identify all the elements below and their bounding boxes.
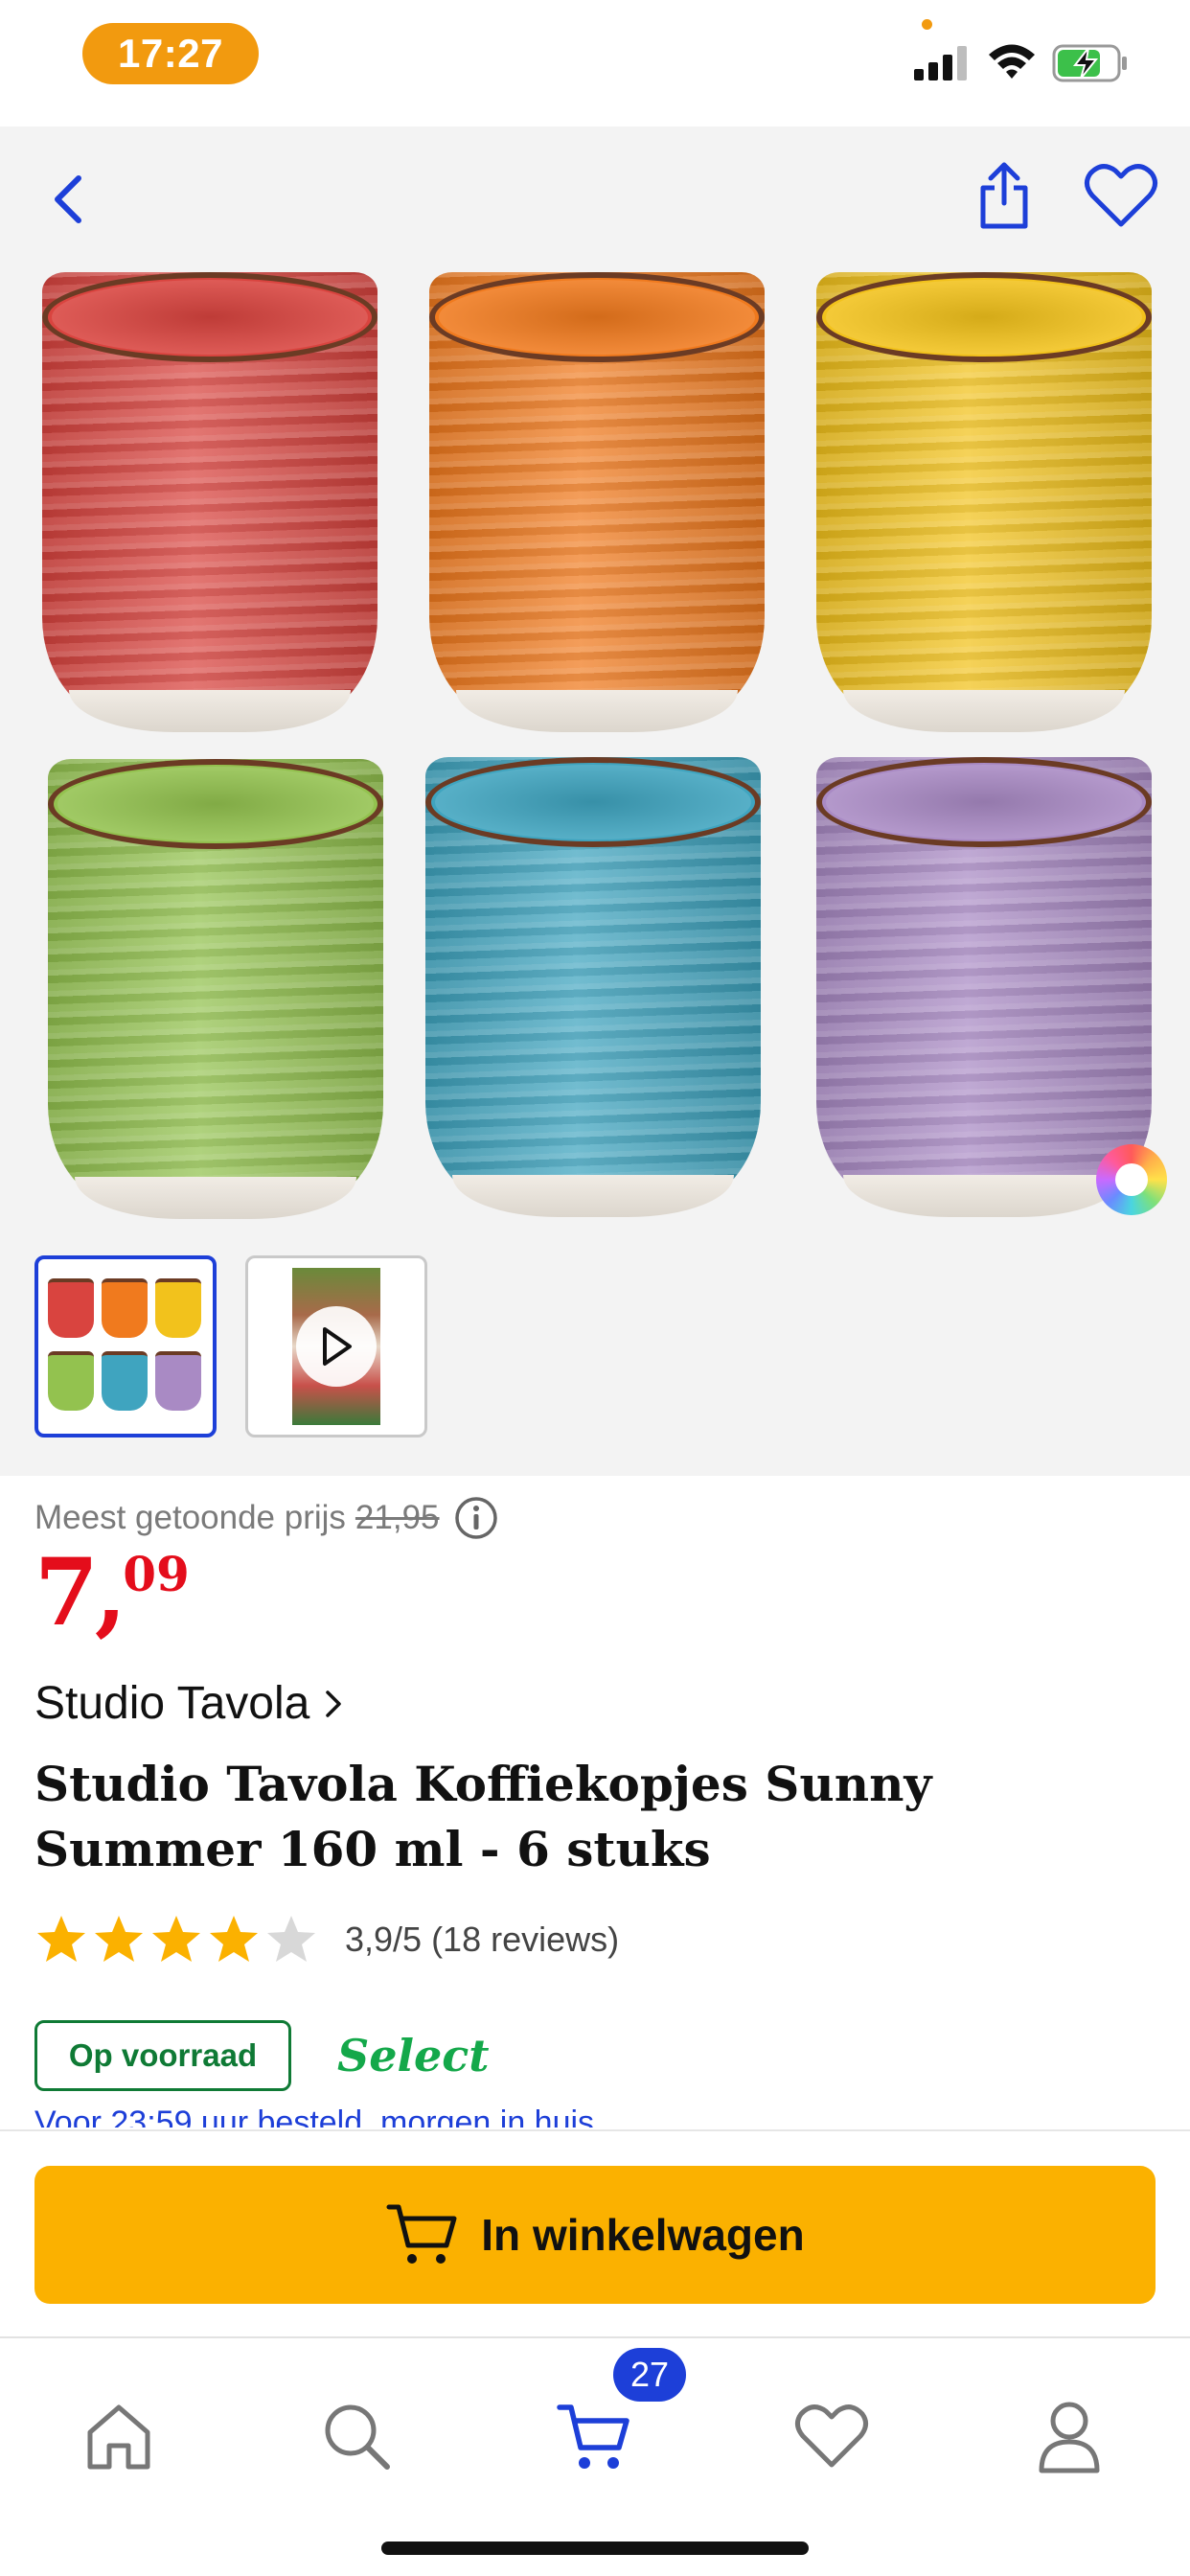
cup-1 [42,272,378,732]
wifi-icon [989,44,1035,79]
product-title: Studio Tavola Koffiekopjes Sunny Summer … [34,1756,932,1877]
thumbnail-cup-4 [48,1351,94,1411]
star-icon [152,1916,200,1962]
thumbnail-cup-1 [48,1278,94,1338]
nav-account[interactable] [1021,2388,1117,2484]
cup-5 [425,757,761,1217]
cup-3 [816,272,1152,732]
stock-badge: Op voorraad [34,2020,291,2091]
cup-4 [48,759,383,1219]
cart-count-badge: 27 [613,2348,686,2402]
add-to-cart-label: In winkelwagen [481,2210,805,2260]
price-decimals: 09 [123,1546,190,1602]
color-wheel-icon[interactable] [1096,1144,1167,1215]
status-time: 17:27 [82,23,259,84]
heart-icon[interactable] [1083,161,1159,230]
reference-price-value: 21,95 [355,1499,440,1536]
account-icon [1039,2402,1100,2473]
star-icon [37,1916,85,1962]
delivery-text: Voor 23:59 uur besteld, morgen in huis [34,2108,595,2128]
bottom-navigation: 27 [0,2336,1190,2576]
chevron-right-icon [326,1690,342,1717]
add-to-cart-bar: In winkelwagen [0,2129,1190,2336]
heart-icon [795,2404,868,2468]
search-icon [325,2404,390,2470]
cart-icon [557,2404,629,2469]
nav-cart[interactable] [546,2388,642,2484]
select-badge[interactable]: Select [337,2030,489,2082]
share-icon[interactable] [973,159,1035,232]
price-integer: 7, [34,1538,126,1646]
star-icon [267,1916,315,1962]
brand-name: Studio Tavola [34,1678,310,1729]
product-gallery[interactable] [0,126,1190,1476]
status-bar: 17:27 [0,0,1190,126]
privacy-indicator-dot [922,19,932,30]
product-image [0,251,1190,1353]
home-icon [87,2404,150,2470]
info-icon[interactable] [453,1495,499,1541]
reference-price: Meest getoonde prijs 21,95 [34,1495,499,1541]
back-chevron-icon[interactable] [42,169,96,230]
nav-search[interactable] [309,2388,404,2484]
thumbnail-cup-2 [102,1278,148,1338]
thumbnail-cup-3 [155,1278,201,1338]
nav-home[interactable] [71,2388,167,2484]
rating[interactable]: 3,9/5 (18 reviews) [34,1913,619,1966]
nav-favorites[interactable] [784,2388,880,2484]
home-indicator [381,2542,809,2555]
star-icon [95,1916,143,1962]
brand-link[interactable]: Studio Tavola [34,1677,344,1730]
thumbnail-image[interactable] [34,1255,217,1438]
thumbnail-cup-5 [102,1351,148,1411]
signal-icon [914,46,967,80]
price: 7,09 [34,1547,190,1639]
thumbnail-cup-6 [155,1351,201,1411]
cup-6 [816,757,1152,1217]
play-icon [296,1306,377,1387]
rating-text: 3,9/5 (18 reviews) [345,1920,620,1959]
reference-price-label: Meest getoonde prijs [34,1499,346,1536]
delivery-info: Voor 23:59 uur besteld, morgen in huis [34,2108,763,2128]
cart-icon [386,2204,457,2264]
battery-charging-icon [1052,44,1127,82]
thumbnail-video[interactable] [245,1255,427,1438]
add-to-cart-button[interactable]: In winkelwagen [34,2166,1156,2304]
star-icon [210,1916,258,1962]
cup-2 [429,272,765,732]
